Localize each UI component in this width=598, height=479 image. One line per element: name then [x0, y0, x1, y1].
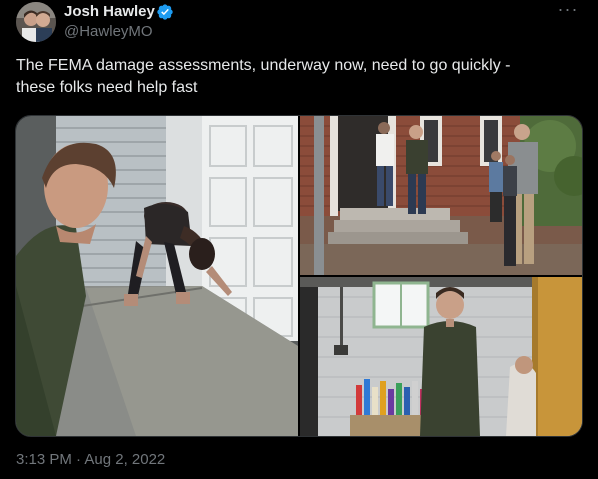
- tweet-text: The FEMA damage assessments, underway no…: [16, 55, 576, 99]
- media-grid: [15, 115, 583, 437]
- photo-garage-inspection[interactable]: [16, 116, 298, 436]
- author-name[interactable]: Josh Hawley: [64, 2, 155, 22]
- tweet-text-line: these folks need help fast: [16, 79, 198, 96]
- author-handle[interactable]: @HawleyMO: [64, 22, 153, 42]
- photo-basement-inspection[interactable]: [300, 277, 582, 436]
- photo-brick-house-visit[interactable]: [300, 116, 582, 275]
- more-options-icon[interactable]: ···: [556, 0, 580, 22]
- avatar[interactable]: [16, 2, 56, 42]
- tweet-text-line: The FEMA damage assessments, underway no…: [16, 57, 511, 74]
- tweet-timestamp[interactable]: 3:13 PM · Aug 2, 2022: [16, 450, 165, 470]
- avatar-photo: [16, 2, 56, 42]
- verified-badge-icon: [157, 4, 173, 20]
